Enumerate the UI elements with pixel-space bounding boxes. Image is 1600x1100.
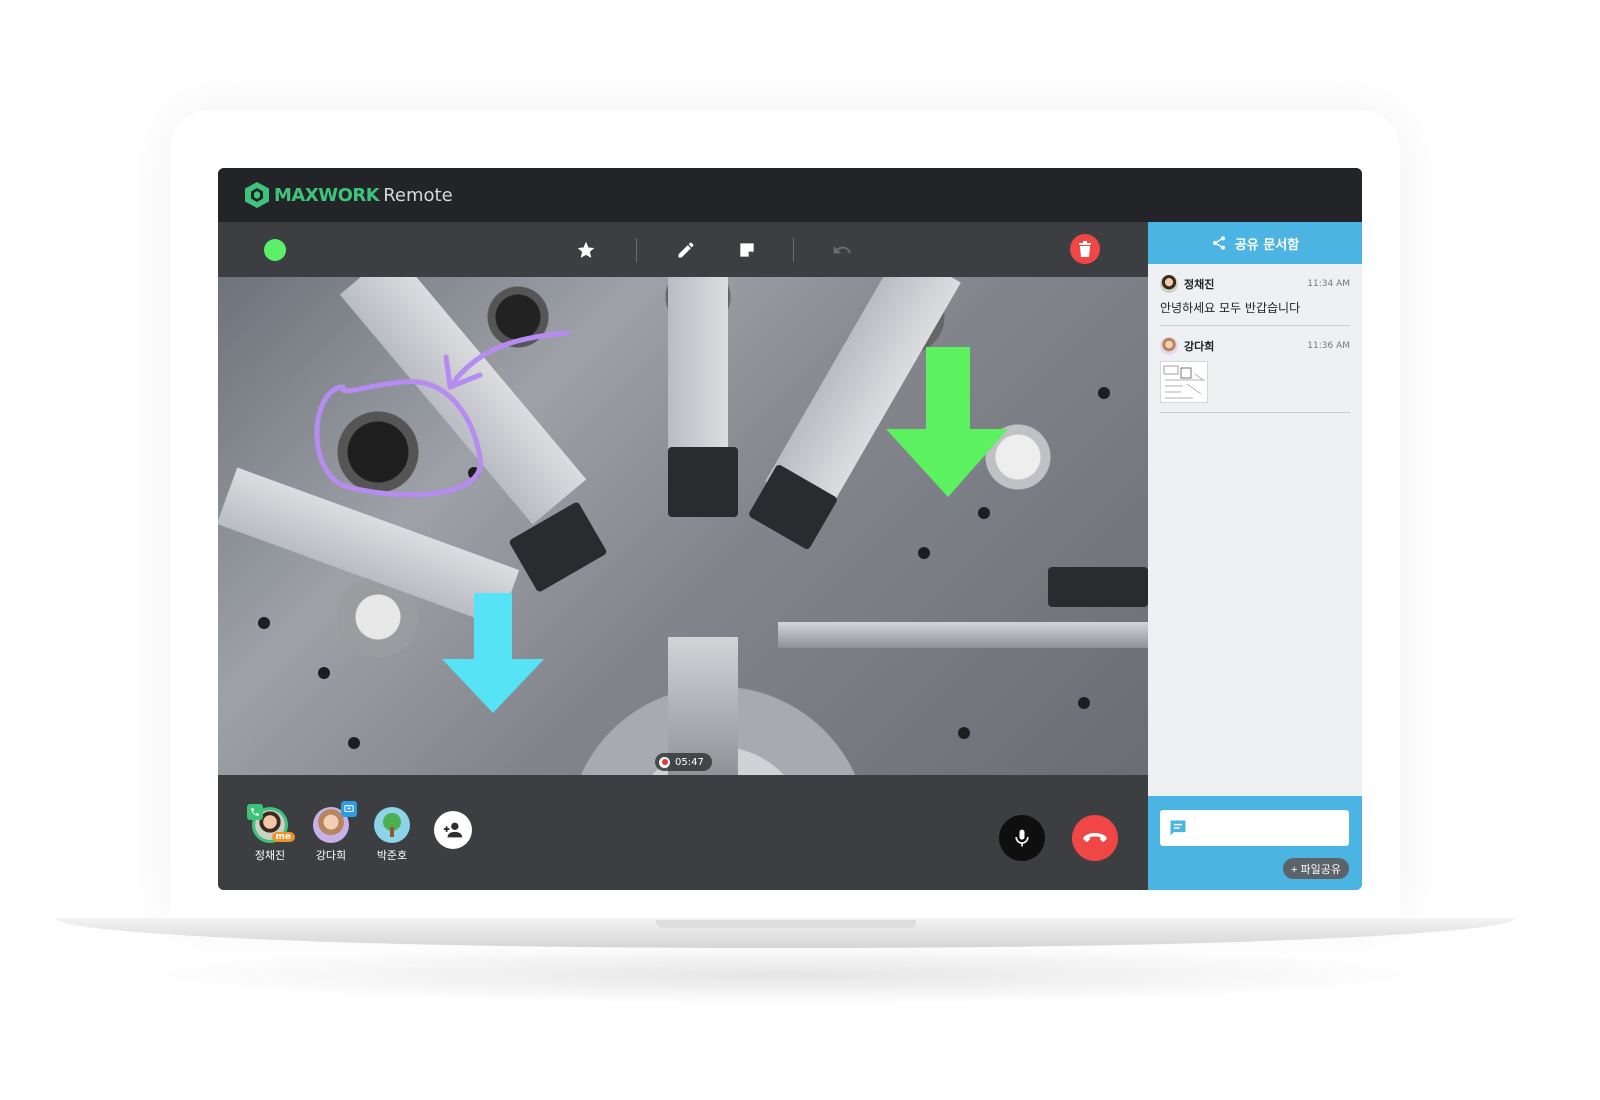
share-icon [1212,236,1225,250]
shared-documents-panel: 공유 문서함 정채진 11:34 AM 안녕하세요 모두 반갑습니다 강다희 1… [1148,222,1362,890]
chat-bubble-icon [1170,820,1186,836]
me-badge: me [271,832,295,842]
call-control-bar: me 정채진 강다희 박준호 [218,775,1148,890]
participant-name: 박준호 [376,849,408,862]
toolbar-divider [793,238,794,262]
trash-icon [1079,241,1091,257]
shared-documents-header: 공유 문서함 [1148,222,1362,264]
avatar [1160,275,1178,293]
avatar [313,801,357,843]
logo-mark-icon [245,182,269,208]
document-preview-icon [1163,365,1205,399]
microphone-button[interactable] [999,815,1045,861]
avatar: me [247,804,295,843]
brand-name: MAXWORK [274,184,380,206]
green-arrow-annotation [886,347,1008,497]
add-user-icon [443,822,463,838]
toolbar-divider [636,238,637,262]
add-participant-button[interactable] [434,811,472,849]
sticky-note-icon[interactable] [735,238,759,262]
message-text: 안녕하세요 모두 반갑습니다 [1160,301,1301,315]
app-logo: MAXWORK Remote [244,181,453,209]
chat-composer: + 파일공유 [1148,796,1362,890]
document-thumbnail[interactable] [1160,361,1208,403]
avatar [374,807,410,843]
annotation-toolbar [218,222,1148,277]
chat-input[interactable] [1160,810,1349,846]
shared-video-feed[interactable]: 05:47 [218,277,1148,775]
star-icon[interactable] [574,238,598,262]
recording-badge: 05:47 [655,753,712,771]
participant-tile[interactable]: 박준호 [362,807,422,863]
product-name: Remote [383,184,453,206]
screen-share-icon [341,801,357,817]
record-icon [659,756,670,768]
recording-time: 05:47 [675,756,704,768]
cyan-arrow-annotation [442,593,544,713]
message-sender: 정채진 [1184,278,1215,291]
microphone-icon [1015,829,1029,847]
undo-icon[interactable] [830,238,854,262]
app-window: MAXWORK Remote 05:47 me 정채진 강다희 박준호 공유 문… [218,168,1362,890]
annotation-layer [314,330,1008,713]
participant-tile[interactable]: 강다희 [301,801,361,863]
laptop-notch [656,920,916,928]
purple-circle-annotation [314,379,483,498]
message-time: 11:36 AM [1307,341,1350,351]
participant-name: 강다희 [315,849,347,862]
chat-message: 강다희 11:36 AM [1160,326,1350,413]
tree-avatar-icon [383,813,401,837]
avatar [1160,337,1178,355]
delete-drawings-button[interactable] [1070,234,1100,264]
message-time: 11:34 AM [1307,279,1350,289]
file-share-button[interactable]: + 파일공유 [1283,858,1349,879]
connection-status-icon [264,239,286,261]
laptop-shadow [120,945,1450,1005]
chat-message: 정채진 11:34 AM 안녕하세요 모두 반갑습니다 [1160,264,1350,326]
message-sender: 강다희 [1184,340,1215,353]
hang-up-button[interactable] [1072,815,1118,861]
pencil-icon[interactable] [674,238,698,262]
participant-tile[interactable]: me 정채진 [240,804,300,863]
participant-name: 정채진 [254,849,286,862]
panel-title: 공유 문서함 [1234,237,1300,253]
phone-icon [247,804,263,820]
hang-up-icon [1083,833,1107,842]
title-bar: MAXWORK Remote [218,168,1362,222]
